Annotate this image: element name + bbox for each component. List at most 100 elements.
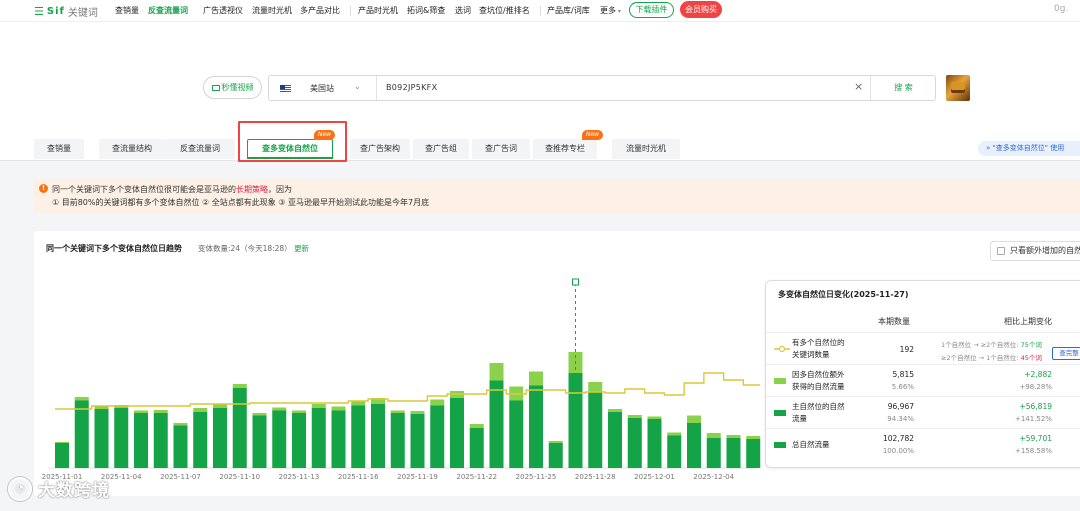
bar-extra (726, 435, 741, 438)
bar-main (351, 405, 366, 468)
row-label: 总自然流量 (792, 440, 830, 449)
row-value: 5,815 (892, 370, 914, 379)
row-label-line: 因多自然位额外 (792, 370, 845, 379)
bar-extra (588, 382, 603, 392)
nav-item-traffic-timemachine[interactable]: 流量时光机 (252, 5, 292, 16)
bar-main (94, 409, 109, 468)
warning-icon: ! (39, 184, 48, 193)
bar-main (706, 438, 721, 468)
bar-extra (390, 410, 405, 413)
tab-ad-groups[interactable]: 查广告组 (413, 139, 469, 159)
x-tick-label: 2025-11-16 (338, 473, 379, 481)
view-full-button[interactable]: 查完整 (1052, 347, 1080, 360)
usage-tip[interactable]: » "查多变体自然位" 使用 (978, 141, 1080, 156)
bar-main (430, 405, 445, 468)
tab-ad-keywords[interactable]: 查广告词 (472, 139, 530, 159)
nav-item-library[interactable]: 产品库/词库 (547, 5, 590, 16)
bar-main (232, 388, 247, 468)
tab-ad-structure[interactable]: 查广告架构 (350, 139, 410, 159)
nav-item-keyword-expand[interactable]: 拓词&筛查 (407, 5, 445, 16)
bar-extra (647, 416, 662, 419)
product-thumbnail[interactable] (946, 75, 970, 101)
bar-extra (627, 415, 642, 418)
search-button[interactable]: 搜 索 (870, 76, 936, 100)
nav-item-sales[interactable]: 查销量 (115, 5, 139, 16)
top-nav: ☰ Sif 关键词 查销量 反查流量词 广告透视仪 流量时光机 多产品对比 产品… (0, 0, 1080, 22)
nav-item-product-timemachine[interactable]: 产品时光机 (358, 5, 398, 16)
row-change: +56,819 (1019, 402, 1052, 411)
bar-main (588, 392, 603, 468)
bar-extra (529, 371, 543, 386)
download-plugin-button[interactable]: 下载插件 (629, 2, 674, 18)
bar-main (292, 413, 306, 468)
x-tick-label: 2025-11-25 (516, 473, 557, 481)
chevron-down-icon[interactable]: ⌄ (354, 82, 361, 91)
tab-traffic-structure[interactable]: 查流量结构 (99, 139, 165, 159)
extra-swatch-icon (774, 378, 786, 384)
notice-highlight: 长期策略 (236, 185, 268, 194)
nav-item-ad-insight[interactable]: 广告透视仪 (203, 5, 243, 16)
nav-divider (540, 6, 541, 16)
tab-sales[interactable]: 查销量 (34, 139, 84, 159)
bar-extra (706, 433, 721, 438)
row-value: 102,782 (882, 434, 914, 443)
bar-main (74, 400, 89, 468)
row-change-pct: +158.58% (1014, 447, 1052, 455)
row-label: 因多自然位额外 获得的自然流量 (792, 369, 845, 393)
notice-text: ，因为 (268, 185, 292, 194)
nav-item-compare[interactable]: 多产品对比 (300, 5, 340, 16)
row-change-pct: +98.28% (1019, 383, 1052, 391)
asin-input[interactable]: B092JP5KFX (386, 83, 437, 92)
bar-extra (469, 424, 484, 428)
watermark-logo-icon: ◔ (8, 476, 32, 501)
bar-extra (134, 410, 148, 413)
row-label-line: 主自然位的自然 (792, 402, 845, 411)
brand-logo[interactable]: ☰ Sif 关键词 (34, 4, 98, 19)
site-selector[interactable]: 美国站 (310, 83, 334, 94)
x-tick-label: 2025-11-10 (219, 473, 260, 481)
bar-extra (193, 408, 208, 412)
bar-main (134, 413, 148, 468)
bar-main (627, 418, 642, 468)
bar-extra (746, 436, 761, 439)
nav-item-select-words[interactable]: 选词 (455, 5, 471, 16)
nav-divider (350, 6, 351, 16)
row-label-line: 关键词数量 (792, 350, 830, 359)
sub-label: 1个自然位 → ≥2个自然位: (941, 341, 1021, 349)
tab-reverse-keywords[interactable]: 反查流量词 (165, 139, 235, 159)
daily-change-tooltip: 多变体自然位日变化(2025-11-27) 本期数量 相比上期变化 有多个自然位… (765, 280, 1080, 468)
row-label-line: 流量 (792, 414, 807, 423)
tooltip-row-keywords: 有多个自然位的 关键词数量 192 1个自然位 → ≥2个自然位: 75个词 ≥2… (766, 333, 1080, 365)
chevron-down-icon: ▾ (616, 8, 621, 15)
nav-item-reverse-keywords[interactable]: 反查流量词 (148, 5, 188, 16)
hover-marker (572, 278, 579, 286)
video-tutorial-button[interactable]: 秒懂视频 (203, 76, 262, 99)
us-flag-icon (280, 85, 291, 92)
clear-icon[interactable]: × (854, 80, 863, 93)
bar-main (371, 404, 385, 468)
user-menu[interactable]: 0g. (1054, 4, 1068, 14)
bar-extra (153, 410, 168, 413)
bar-extra (548, 441, 563, 443)
row-value: 192 (899, 345, 914, 354)
bar-main (667, 435, 682, 468)
bar-main (450, 398, 464, 468)
x-tick-label: 2025-11-28 (575, 473, 616, 481)
bar-main (153, 413, 168, 468)
x-tick-label: 2025-11-07 (160, 473, 201, 481)
bar-main (548, 443, 563, 468)
search-bar: 美国站 ⌄ B092JP5KFX × 搜 索 (268, 75, 936, 101)
bar-main (410, 414, 425, 468)
sub-value: 45个词 (1020, 354, 1042, 362)
bar-extra (667, 432, 682, 436)
row-change-pct: +141.52% (1014, 415, 1052, 423)
vip-purchase-button[interactable]: 会员购买 (680, 1, 722, 18)
tab-recommend[interactable]: 查推荐专栏 (533, 139, 597, 159)
watermark: ◔ 大数跨境 (8, 476, 110, 501)
nav-item-more[interactable]: 更多 ▾ (600, 5, 621, 16)
nav-item-rank[interactable]: 查坑位/推排名 (479, 5, 530, 16)
bar-extra (430, 399, 445, 406)
tab-traffic-timemachine[interactable]: 流量时光机 (612, 139, 680, 159)
bar-main (331, 410, 346, 468)
row-value: 96,967 (887, 402, 914, 411)
